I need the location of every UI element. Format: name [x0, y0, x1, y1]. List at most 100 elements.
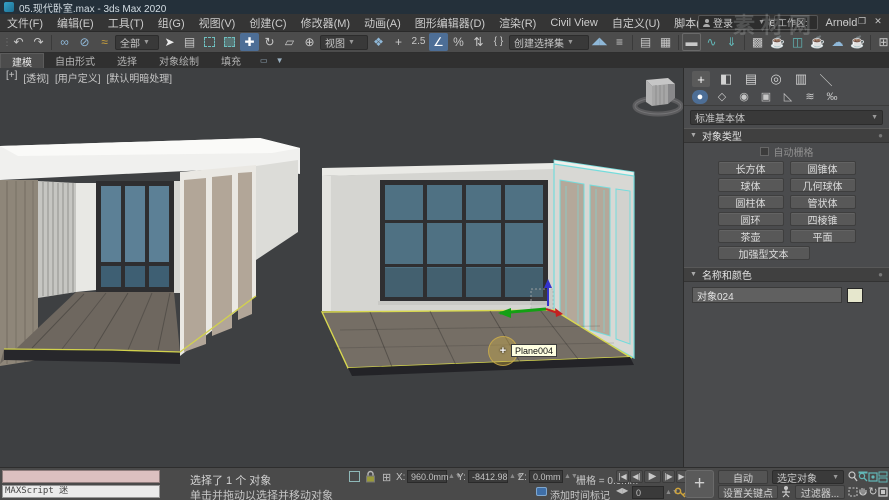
button-sphere[interactable]: 球体	[718, 178, 784, 192]
category-helpers-icon[interactable]: ◺	[780, 90, 796, 104]
coordinate-display-icon[interactable]: ⊞	[382, 471, 391, 484]
object-name-field[interactable]: 对象024	[692, 287, 842, 303]
pan-icon[interactable]	[858, 485, 868, 498]
bind-to-spacewarp-icon[interactable]: ≈	[95, 33, 114, 51]
zoom-icon[interactable]	[848, 470, 858, 483]
unlink-selection-icon[interactable]: ⊘	[75, 33, 94, 51]
x-coordinate-field[interactable]: 960.0mm	[407, 470, 447, 483]
scene-explorer-icon[interactable]: ▤	[636, 33, 655, 51]
set-keys-button[interactable]: +	[685, 470, 714, 498]
schematic-view-icon[interactable]: ⇓	[722, 33, 741, 51]
category-lights-icon[interactable]: ◉	[736, 90, 752, 104]
zoom-extents-all-icon[interactable]	[878, 470, 888, 483]
tab-hierarchy[interactable]: ▤	[742, 71, 760, 87]
redo-icon[interactable]: ↷	[29, 33, 48, 51]
maxscript-macro-recorder[interactable]	[2, 470, 160, 483]
snaps-toggle-icon[interactable]: 2.5	[409, 33, 428, 51]
play-button[interactable]: ▶	[644, 470, 661, 483]
menu-group[interactable]: 组(G)	[151, 15, 192, 31]
button-geosphere[interactable]: 几何球体	[790, 178, 856, 192]
render-setup-icon[interactable]: ☕	[768, 33, 787, 51]
percent-snap-icon[interactable]: %	[449, 33, 468, 51]
undo-icon[interactable]: ↶	[9, 33, 28, 51]
ribbon-tab-populate[interactable]: 填充	[210, 53, 252, 68]
ribbon-tab-modeling[interactable]: 建模	[0, 53, 44, 68]
viewport-menu-pov[interactable]: [透视]	[23, 70, 49, 85]
reference-coordinate-dropdown[interactable]: 视图 ▼	[320, 35, 368, 50]
primitive-category-dropdown[interactable]: 标准基本体 ▼	[690, 110, 883, 125]
menu-graph-editors[interactable]: 图形编辑器(D)	[408, 15, 492, 31]
workspace-selector[interactable]: 工作区:	[774, 15, 818, 30]
menu-customize[interactable]: 自定义(U)	[605, 15, 667, 31]
close-button[interactable]: ✕	[870, 14, 886, 29]
tab-modify[interactable]: ◧	[717, 71, 735, 87]
select-by-name-icon[interactable]: ▤	[180, 33, 199, 51]
ribbon-tab-object-paint[interactable]: 对象绘制	[148, 53, 210, 68]
time-tag-icon[interactable]	[536, 487, 547, 496]
edit-named-sets-icon[interactable]: { }	[489, 33, 508, 51]
menu-views[interactable]: 视图(V)	[192, 15, 243, 31]
zoom-extents-icon[interactable]	[868, 470, 878, 483]
menu-tools[interactable]: 工具(T)	[101, 15, 151, 31]
toolbar-grip[interactable]: ⋮	[2, 37, 8, 48]
minimize-button[interactable]: –	[838, 14, 854, 29]
key-filter-dropdown[interactable]: 选定对象 ▼	[772, 470, 844, 484]
autogrid-checkbox[interactable]	[760, 147, 769, 156]
menu-animation[interactable]: 动画(A)	[357, 15, 408, 31]
viewport-menu-general[interactable]: [+]	[6, 70, 17, 85]
tab-utilities[interactable]: ＼	[817, 71, 835, 87]
mirror-icon[interactable]: ◢◣	[590, 33, 609, 51]
button-plane[interactable]: 平面	[790, 229, 856, 243]
lock-selection-icon[interactable]	[365, 470, 376, 483]
maximize-button[interactable]: ❐	[854, 14, 870, 29]
auto-key-button[interactable]: 自动	[718, 470, 768, 484]
ribbon-collapse-icon[interactable]: ▼	[276, 56, 284, 65]
render-flyout-icon[interactable]: ☕	[848, 33, 867, 51]
button-teapot[interactable]: 茶壶	[718, 229, 784, 243]
viewport-menu-user[interactable]: [用户定义]	[55, 70, 101, 85]
material-editor-icon[interactable]: ▩	[748, 33, 767, 51]
rectangular-selection-region-icon[interactable]	[200, 33, 219, 51]
menu-modifiers[interactable]: 修改器(M)	[294, 15, 358, 31]
menu-edit[interactable]: 编辑(E)	[50, 15, 101, 31]
y-coordinate-field[interactable]: -8412.98	[468, 470, 508, 483]
set-key-button[interactable]: 设置关键点	[718, 485, 778, 499]
tab-motion[interactable]: ◎	[767, 71, 785, 87]
category-systems-icon[interactable]: ‰	[824, 90, 840, 104]
workspace-grid-icon[interactable]: ⊞	[874, 33, 889, 51]
frame-step-icon[interactable]: ◀▶	[616, 486, 628, 495]
orbit-icon[interactable]: ↻	[868, 485, 878, 498]
object-color-swatch[interactable]	[847, 288, 863, 303]
go-to-start-button[interactable]: |◀	[616, 470, 629, 483]
spinner-snap-icon[interactable]: ⇅	[469, 33, 488, 51]
category-cameras-icon[interactable]: ▣	[758, 90, 774, 104]
login-dropdown[interactable]: 登录 ▼	[698, 15, 770, 30]
button-cone[interactable]: 圆锥体	[790, 161, 856, 175]
category-spacewarps-icon[interactable]: ≋	[802, 90, 818, 104]
named-sets-dropdown[interactable]: 创建选择集 ▼	[509, 35, 589, 50]
previous-frame-button[interactable]: ◀|	[630, 470, 643, 483]
key-filters-icon[interactable]	[780, 485, 792, 498]
select-object-icon[interactable]: ➤	[160, 33, 179, 51]
select-and-link-icon[interactable]: ∞	[55, 33, 74, 51]
rendered-frame-window-icon[interactable]: ◫	[788, 33, 807, 51]
select-and-scale-icon[interactable]: ▱	[280, 33, 299, 51]
align-icon[interactable]: ≡	[610, 33, 629, 51]
zoom-region-icon[interactable]	[848, 485, 858, 498]
ribbon-tab-selection[interactable]: 选择	[106, 53, 148, 68]
isolate-selection-icon[interactable]	[349, 471, 360, 482]
filters-button[interactable]: 过滤器...	[795, 485, 845, 499]
rollout-object-type[interactable]: ▼ 对象类型 ●	[684, 128, 889, 143]
category-shapes-icon[interactable]: ◇	[714, 90, 730, 104]
perspective-viewport[interactable]: [+] [透视] [用户定义] [默认明暗处理]	[0, 68, 683, 467]
zoom-all-icon[interactable]	[858, 470, 868, 483]
button-cylinder[interactable]: 圆柱体	[718, 195, 784, 209]
button-textplus[interactable]: 加强型文本	[718, 246, 810, 260]
ribbon-tab-freeform[interactable]: 自由形式	[44, 53, 106, 68]
curve-editor-icon[interactable]: ∿	[702, 33, 721, 51]
ribbon-toggle-icon[interactable]: ▬	[682, 33, 701, 51]
menu-create[interactable]: 创建(C)	[242, 15, 293, 31]
ribbon-display-icon[interactable]: ▭	[260, 56, 268, 65]
button-torus[interactable]: 圆环	[718, 212, 784, 226]
tab-display[interactable]: ▥	[792, 71, 810, 87]
